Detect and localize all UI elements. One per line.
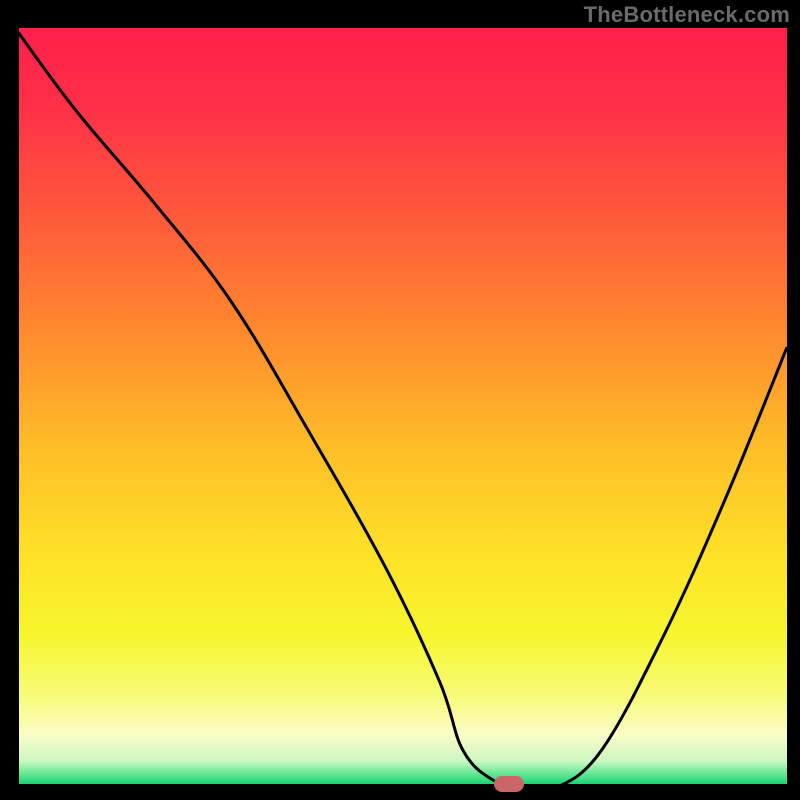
plot-area xyxy=(15,28,787,788)
chart-stage: TheBottleneck.com xyxy=(0,0,800,800)
gradient-background xyxy=(15,28,787,788)
watermark-text: TheBottleneck.com xyxy=(584,2,790,28)
optimal-marker xyxy=(494,776,524,792)
chart-svg xyxy=(15,28,787,788)
